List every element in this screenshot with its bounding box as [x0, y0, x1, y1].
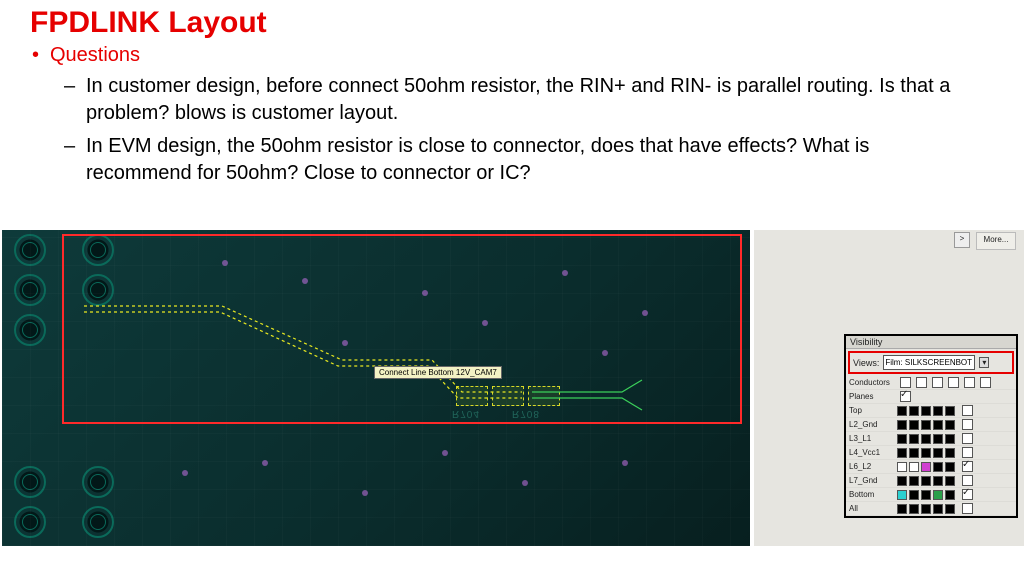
layer-checkbox[interactable] — [962, 419, 973, 430]
questions-heading: Questions — [50, 44, 1024, 67]
layer-name: L4_Vcc1 — [849, 448, 893, 457]
layer-name: L6_L2 — [849, 462, 893, 471]
page-title: FPDLINK Layout — [30, 6, 1024, 40]
layer-name: All — [849, 504, 893, 513]
layer-row[interactable]: L3_L1 — [846, 432, 1016, 446]
layer-row[interactable]: L7_Gnd — [846, 474, 1016, 488]
checkbox[interactable] — [948, 377, 959, 388]
layer-checkbox[interactable] — [962, 433, 973, 444]
checkbox[interactable] — [900, 377, 911, 388]
layer-row[interactable]: L4_Vcc1 — [846, 446, 1016, 460]
layer-row[interactable]: All — [846, 502, 1016, 516]
layer-name: L3_L1 — [849, 434, 893, 443]
layer-checkbox[interactable] — [962, 447, 973, 458]
via-icon — [82, 506, 114, 538]
layer-row[interactable]: Bottom — [846, 488, 1016, 502]
checkbox[interactable] — [964, 377, 975, 388]
views-label: Views: — [853, 358, 879, 368]
figure-row: R704 R708 Connect Line Bottom 12V_CAM7 >… — [0, 230, 1024, 582]
via-icon — [14, 274, 46, 306]
layer-name: Bottom — [849, 490, 893, 499]
via-icon — [14, 234, 46, 266]
views-row: Views: ▾ — [848, 351, 1014, 374]
views-select[interactable] — [883, 355, 975, 370]
layer-name: Top — [849, 406, 893, 415]
more-button[interactable]: More... — [976, 232, 1016, 250]
layer-checkbox[interactable] — [962, 475, 973, 486]
question-2: In EVM design, the 50ohm resistor is clo… — [86, 133, 966, 187]
via-icon — [82, 466, 114, 498]
via-icon — [14, 466, 46, 498]
highlight-area — [62, 234, 742, 424]
layer-row[interactable]: Top — [846, 404, 1016, 418]
via-icon — [14, 314, 46, 346]
visibility-panel: Visibility Views: ▾ Conductors Planes — [844, 334, 1018, 518]
visibility-title: Visibility — [846, 336, 1016, 349]
checkbox[interactable] — [980, 377, 991, 388]
layer-checkbox[interactable] — [962, 489, 973, 500]
question-1: In customer design, before connect 50ohm… — [86, 73, 966, 127]
layer-row[interactable]: L2_Gnd — [846, 418, 1016, 432]
conductors-label: Conductors — [849, 378, 893, 387]
layer-checkbox[interactable] — [962, 503, 973, 514]
pcb-layout-view: R704 R708 Connect Line Bottom 12V_CAM7 — [2, 230, 750, 546]
properties-panel: > More... Visibility Views: ▾ Conductors — [754, 230, 1024, 546]
via-icon — [14, 506, 46, 538]
planes-checkbox[interactable] — [900, 391, 911, 402]
layer-name: L7_Gnd — [849, 476, 893, 485]
collapse-left-icon[interactable]: > — [954, 232, 970, 248]
layer-checkbox[interactable] — [962, 405, 973, 416]
planes-label: Planes — [849, 392, 893, 401]
chevron-down-icon[interactable]: ▾ — [979, 357, 989, 368]
layer-name: L2_Gnd — [849, 420, 893, 429]
layer-checkbox[interactable] — [962, 461, 973, 472]
checkbox[interactable] — [916, 377, 927, 388]
checkbox[interactable] — [932, 377, 943, 388]
layer-row[interactable]: L6_L2 — [846, 460, 1016, 474]
net-tooltip: Connect Line Bottom 12V_CAM7 — [374, 366, 502, 379]
